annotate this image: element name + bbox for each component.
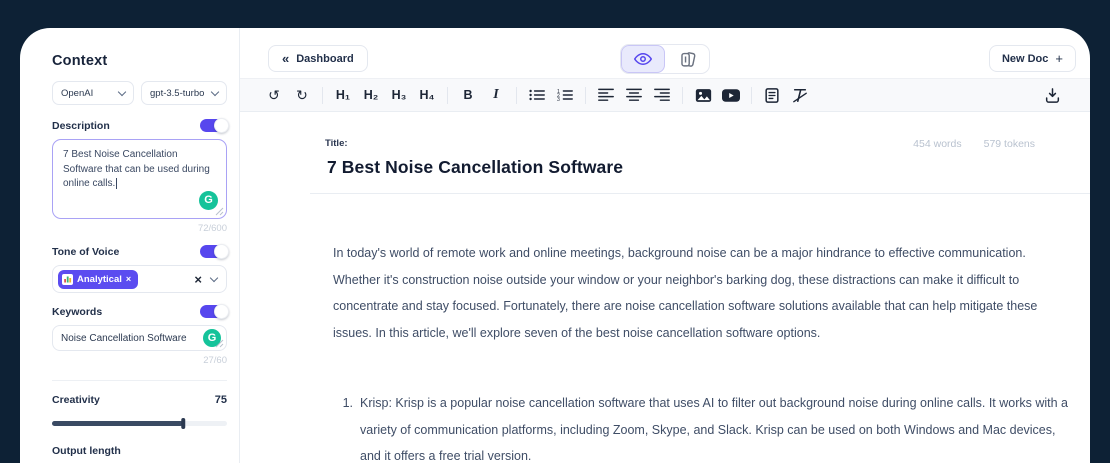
model-select[interactable]: gpt-3.5-turbo [141,81,227,105]
align-center-icon[interactable] [620,80,648,110]
swatch-icon [679,51,696,68]
context-sidebar: Context OpenAI gpt-3.5-turbo Description… [20,28,240,463]
resize-handle-icon[interactable] [215,339,224,348]
app-window: Context OpenAI gpt-3.5-turbo Description… [20,28,1090,463]
description-text: 7 Best Noise Cancellation Software that … [63,149,210,189]
toolbar-divider [447,87,448,104]
tone-select[interactable]: Analytical × × [52,265,227,293]
list-text: Krisp: Krisp is a popular noise cancella… [360,390,1070,463]
creativity-slider-fill [52,421,183,426]
document-title[interactable]: 7 Best Noise Cancellation Software [327,157,1070,178]
eye-icon [634,52,652,66]
topbar: « Dashboard [240,28,1090,78]
download-icon[interactable] [1038,80,1066,110]
sidebar-divider [52,380,227,381]
description-label: Description [52,120,110,132]
svg-text:3: 3 [557,97,560,102]
youtube-icon[interactable] [717,80,745,110]
align-left-icon[interactable] [592,80,620,110]
toggle-knob [214,118,229,133]
title-label: Title: [325,138,348,149]
model-select-value: gpt-3.5-turbo [150,88,204,99]
dashboard-back-button[interactable]: « Dashboard [268,45,368,72]
creativity-slider[interactable] [52,418,227,429]
dashboard-button-label: Dashboard [296,53,353,65]
numbered-list: 1. Krisp: Krisp is a popular noise cance… [337,390,1070,463]
double-chevron-left-icon: « [282,51,289,66]
toggle-knob [214,244,229,259]
clear-formatting-icon[interactable] [786,80,814,110]
creativity-slider-thumb[interactable] [182,418,186,429]
chevron-down-icon [118,87,126,95]
toolbar-divider [585,87,586,104]
toolbar-divider [516,87,517,104]
undo-icon[interactable]: ↺ [260,80,288,110]
preview-mode-button[interactable] [621,45,665,73]
sidebar-title: Context [52,53,227,69]
tone-tag[interactable]: Analytical × [58,270,138,289]
token-count: 579 tokens [984,138,1035,150]
formatting-toolbar: ↺ ↻ H₁ H₂ H₃ H₄ B I 123 [240,78,1090,112]
description-textarea[interactable]: 7 Best Noise Cancellation Software that … [52,139,227,219]
redo-icon[interactable]: ↻ [288,80,316,110]
clear-icon[interactable]: × [194,273,202,286]
list-number: 1. [337,390,353,463]
new-doc-label: New Doc [1002,53,1048,65]
keywords-input[interactable]: Noise Cancellation Software G [52,325,227,351]
provider-select-value: OpenAI [61,88,93,99]
heading-2-icon[interactable]: H₂ [357,80,385,110]
list-item[interactable]: 1. Krisp: Krisp is a popular noise cance… [337,390,1070,463]
keywords-value: Noise Cancellation Software [61,333,187,344]
keywords-label: Keywords [52,306,102,318]
new-doc-button[interactable]: New Doc + [989,45,1076,72]
tone-label: Tone of Voice [52,246,119,258]
bar-chart-icon [62,274,73,285]
tone-toggle[interactable] [200,245,227,258]
provider-select[interactable]: OpenAI [52,81,134,105]
italic-icon[interactable]: I [482,80,510,110]
view-mode-segmented-control [620,44,710,74]
resize-handle-icon[interactable] [215,207,224,216]
description-toggle[interactable] [200,119,227,132]
toolbar-divider [322,87,323,104]
document-editor[interactable]: Title: 454 words 579 tokens 7 Best Noise… [240,112,1090,463]
heading-4-icon[interactable]: H₄ [413,80,441,110]
swatch-mode-button[interactable] [665,45,709,73]
creativity-value: 75 [215,394,227,406]
image-icon[interactable] [689,80,717,110]
plus-icon: + [1055,51,1063,66]
keywords-counter: 27/60 [52,355,227,366]
tag-remove-icon[interactable]: × [126,274,131,284]
output-length-label: Output length [52,445,227,457]
ordered-list-icon[interactable]: 123 [551,80,579,110]
chevron-down-icon [211,87,219,95]
toolbar-divider [682,87,683,104]
intro-paragraph[interactable]: In today's world of remote work and onli… [333,240,1070,346]
doc-stats: 454 words 579 tokens [913,138,1035,150]
title-divider [310,193,1090,194]
description-counter: 72/600 [52,223,227,234]
document-outline-icon[interactable] [758,80,786,110]
keywords-toggle[interactable] [200,305,227,318]
tone-tag-label: Analytical [77,274,122,285]
bullet-list-icon[interactable] [523,80,551,110]
bold-icon[interactable]: B [454,80,482,110]
heading-1-icon[interactable]: H₁ [329,80,357,110]
word-count: 454 words [913,138,961,150]
toggle-knob [214,304,229,319]
toolbar-divider [751,87,752,104]
creativity-label: Creativity [52,394,100,406]
align-right-icon[interactable] [648,80,676,110]
main-area: « Dashboard [240,28,1090,463]
heading-3-icon[interactable]: H₃ [385,80,413,110]
chevron-down-icon [210,273,218,281]
